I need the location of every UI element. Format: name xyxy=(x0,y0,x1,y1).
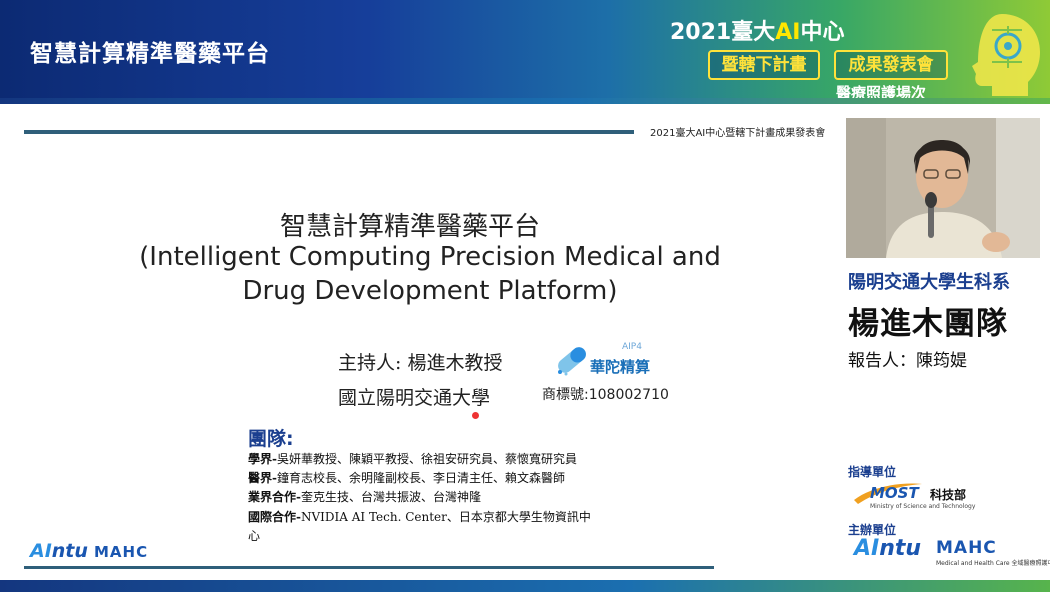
most-logo: MOST xyxy=(870,484,919,502)
team-line-medical: 醫界-鐘育志校長、余明隆副校長、李日清主任、賴文森醫師 xyxy=(248,471,565,485)
speaker-video xyxy=(846,118,1040,258)
mahc-logo: MAHC xyxy=(94,543,149,561)
laser-pointer-dot xyxy=(472,412,479,419)
institution: 國立陽明交通大學 xyxy=(338,387,491,409)
most-logo-subtitle: Ministry of Science and Technology xyxy=(870,503,976,510)
slide-title-zh: 智慧計算精準醫藥平台 xyxy=(279,212,540,242)
slide-footer-rule xyxy=(24,566,714,569)
team-line-international: 國際合作-NVIDIA AI Tech. Center、日本京都大學生物資訊中 xyxy=(248,510,591,524)
team-line-continuation: 心 xyxy=(248,529,261,543)
trademark-number: 商標號:108002710 xyxy=(542,387,669,403)
speaker-video-frame xyxy=(846,118,1040,258)
top-banner: 智慧計算精準醫藥平台 2021臺大AI中心 暨轄下計畫 成果發表會 醫療照護場次 xyxy=(0,0,1050,100)
reporter-name: 報告人：陳筠媞 xyxy=(848,351,967,371)
ai-head-illustration xyxy=(972,14,1040,96)
team-line-academia: 學界-吳妍華教授、陳穎平教授、徐祖安研究員、蔡懷寬研究員 xyxy=(248,452,577,466)
ai-ntu-logo-panel: AIntu xyxy=(854,536,922,561)
banner-stripe xyxy=(0,98,1050,104)
guide-unit-label: 指導單位 xyxy=(848,465,897,479)
slide-title-en-line1: (Intelligent Computing Precision Medical… xyxy=(139,242,721,272)
event-pill-showcase: 成果發表會 xyxy=(834,50,948,80)
slide-title-en-line2: Drug Development Platform) xyxy=(242,276,618,306)
mahc-logo-subtitle: Medical and Health Care 全域醫療照護中心 xyxy=(936,560,1050,567)
brand-name: 華陀精算 xyxy=(590,358,651,376)
mahc-logo-panel: MAHC xyxy=(936,538,997,558)
brand-superscript: AIP4 xyxy=(622,342,642,352)
event-title: 2021臺大AI中心 xyxy=(670,20,845,45)
speaker-affiliation: 陽明交通大學生科系 xyxy=(848,272,1010,293)
slide-header-rule xyxy=(24,130,634,134)
event-pill-program: 暨轄下計畫 xyxy=(708,50,820,80)
bottom-strip xyxy=(0,580,1050,592)
event-ai-mark: AI xyxy=(775,20,801,45)
team-heading: 團隊: xyxy=(248,428,294,450)
team-line-industry: 業界合作-奎克生技、台灣共振波、台灣神隆 xyxy=(248,490,481,504)
banner-title: 智慧計算精準醫藥平台 xyxy=(30,41,270,67)
team-name: 楊進木團隊 xyxy=(848,306,1008,342)
slide-header-text: 2021臺大AI中心暨轄下計畫成果發表會 xyxy=(650,128,826,139)
slide-title-en: (Intelligent Computing Precision Medical… xyxy=(0,240,860,308)
slide-footer-logos: AIntu MAHC xyxy=(30,540,170,564)
principal-investigator: 主持人: 楊進木教授 xyxy=(338,352,503,374)
ai-ntu-logo: AIntu xyxy=(30,540,88,562)
most-logo-zh: 科技部 xyxy=(930,488,967,502)
event-badge: 2021臺大AI中心 暨轄下計畫 成果發表會 醫療照護場次 xyxy=(670,10,960,100)
